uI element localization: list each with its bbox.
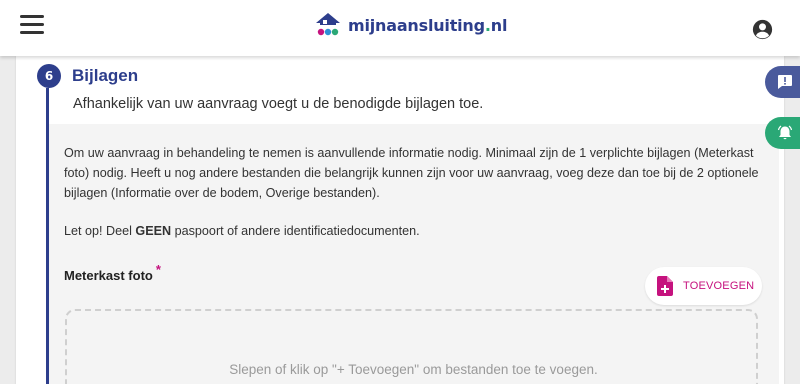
feedback-tab[interactable] — [765, 66, 800, 98]
add-button-label: TOEVOEGEN — [683, 280, 755, 292]
account-circle-icon[interactable] — [752, 19, 773, 40]
add-attachment-button[interactable]: TOEVOEGEN — [645, 267, 762, 305]
dropzone-hint: Slepen of klik op "+ Toevoegen" om besta… — [229, 362, 598, 377]
warning-emphasis: GEEN — [135, 224, 172, 238]
step-number-badge: 6 — [37, 64, 61, 88]
feedback-chat-icon — [778, 75, 792, 89]
file-plus-icon — [657, 276, 673, 296]
hamburger-menu-icon[interactable] — [18, 13, 46, 37]
warning-text: Let op! Deel GEEN paspoort of andere ide… — [64, 224, 420, 238]
file-dropzone[interactable]: Slepen of klik op "+ Toevoegen" om besta… — [65, 309, 758, 384]
required-marker: * — [155, 262, 161, 277]
section-title: Bijlagen — [72, 66, 139, 85]
logo-text: mijnaansluiting.nl — [348, 15, 508, 35]
notification-tab[interactable] — [765, 117, 800, 149]
notification-bell-icon — [777, 125, 793, 140]
section-subtitle: Afhankelijk van uw aanvraag voegt u de b… — [73, 96, 484, 112]
step-progress-line — [46, 88, 49, 384]
info-paragraph: Om uw aanvraag in behandeling te nemen i… — [64, 146, 759, 200]
top-header: mijnaansluiting.nl — [0, 0, 800, 56]
meterkast-foto-label: Meterkast foto * — [64, 262, 161, 283]
site-logo[interactable]: mijnaansluiting.nl — [314, 10, 507, 40]
logo-house-icon — [316, 13, 340, 36]
